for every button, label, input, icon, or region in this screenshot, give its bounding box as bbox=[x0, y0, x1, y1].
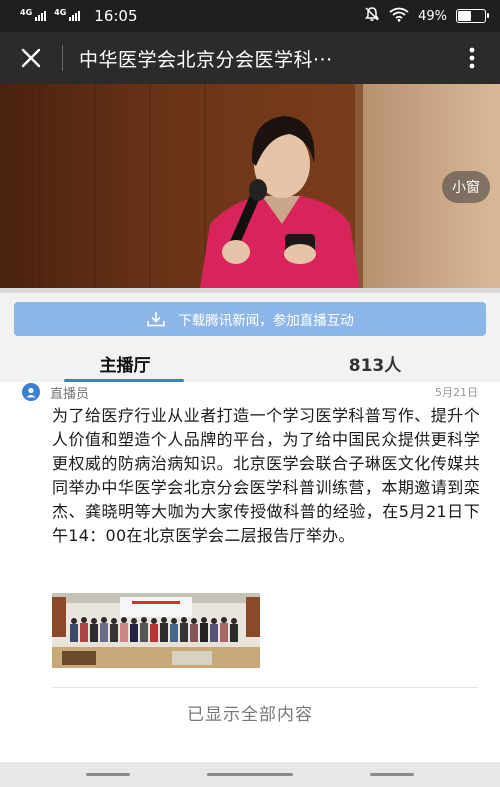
status-bar: 4G 4G 16:05 49% bbox=[0, 0, 500, 32]
page-title: 中华医学会北京分会医学科··· bbox=[79, 48, 333, 71]
video-progress-track[interactable] bbox=[0, 288, 500, 293]
live-tabs: 主播厅 813人 bbox=[0, 344, 500, 382]
video-frame bbox=[0, 84, 500, 288]
nav-menu-button[interactable] bbox=[86, 773, 130, 776]
wifi-icon bbox=[389, 7, 409, 26]
system-navigation-bar bbox=[0, 762, 500, 787]
more-button[interactable] bbox=[444, 32, 500, 84]
avatar bbox=[22, 383, 40, 401]
battery-text: 49% bbox=[418, 8, 447, 24]
post-header: 直播员 5月21日 bbox=[22, 382, 478, 402]
live-video-player[interactable]: 小窗 bbox=[0, 84, 500, 288]
download-app-banner[interactable]: 下载腾讯新闻，参加直播互动 bbox=[14, 302, 486, 336]
tab-host-hall[interactable]: 主播厅 bbox=[0, 344, 250, 382]
status-time: 16:05 bbox=[94, 7, 138, 25]
signal-icon-sim2: 4G bbox=[54, 9, 81, 21]
close-icon bbox=[21, 48, 41, 68]
signal-group: 4G 4G 16:05 bbox=[20, 7, 138, 25]
title-bar: 中华医学会北京分会医学科··· bbox=[0, 32, 500, 84]
post-photo-thumbnail[interactable] bbox=[52, 593, 260, 668]
anchor-avatar-icon bbox=[26, 387, 36, 398]
download-banner-label: 下载腾讯新闻，参加直播互动 bbox=[178, 313, 354, 329]
post-body-text: 为了给医疗行业从业者打造一个学习医学科普写作、提升个人价值和塑造个人品牌的平台，… bbox=[52, 406, 480, 545]
post-divider bbox=[52, 687, 478, 688]
all-content-shown-label: 已显示全部内容 bbox=[187, 705, 313, 725]
post-author: 直播员 bbox=[50, 386, 90, 402]
mini-window-button[interactable]: 小窗 bbox=[442, 171, 490, 203]
post-date: 5月21日 bbox=[435, 386, 478, 399]
live-post: 直播员 5月21日 为了给医疗行业从业者打造一个学习医学科普写作、提升个人价值和… bbox=[0, 382, 500, 762]
close-button[interactable] bbox=[0, 32, 62, 84]
signal-icon-sim1: 4G bbox=[20, 9, 47, 21]
mute-icon bbox=[364, 6, 380, 26]
battery-icon bbox=[456, 9, 489, 23]
nav-back-button[interactable] bbox=[370, 773, 414, 776]
tab-viewer-count[interactable]: 813人 bbox=[250, 344, 500, 382]
nav-home-button[interactable] bbox=[207, 773, 293, 776]
group-photo bbox=[52, 593, 260, 668]
more-vertical-icon bbox=[469, 47, 475, 69]
download-icon bbox=[147, 312, 166, 327]
